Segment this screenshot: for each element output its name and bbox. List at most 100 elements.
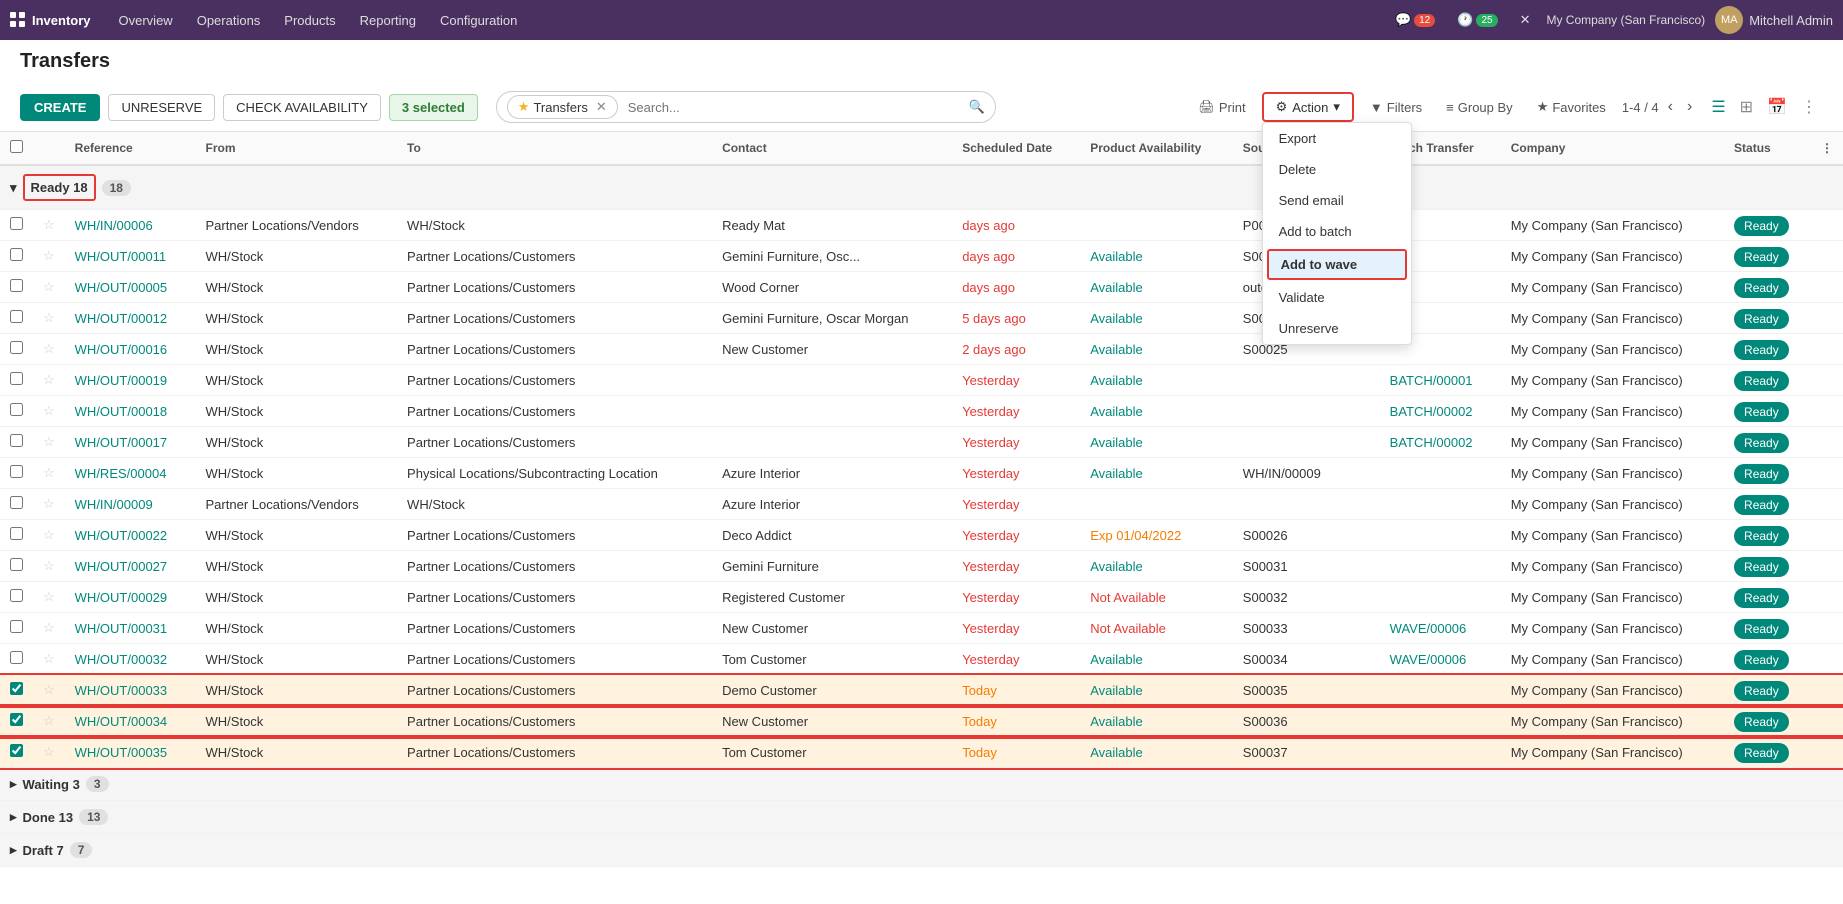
row-star-icon[interactable]: ☆ <box>43 310 55 325</box>
row-settings-cell[interactable] <box>1811 396 1843 427</box>
row-checkbox-cell[interactable] <box>0 241 33 272</box>
row-star-icon[interactable]: ☆ <box>43 682 55 697</box>
batch-link[interactable]: WAVE/00006 <box>1390 621 1467 636</box>
batch-link[interactable]: BATCH/00002 <box>1390 435 1473 450</box>
row-batch-cell[interactable] <box>1380 520 1501 551</box>
reference-link[interactable]: WH/OUT/00012 <box>75 311 167 326</box>
row-star-cell[interactable]: ☆ <box>33 489 65 520</box>
action-validate[interactable]: Validate <box>1263 282 1411 313</box>
group-row[interactable]: ▸ Draft 7 7 <box>0 834 1843 867</box>
reference-link[interactable]: WH/OUT/00011 <box>75 249 167 264</box>
row-batch-cell[interactable] <box>1380 551 1501 582</box>
row-star-cell[interactable]: ☆ <box>33 613 65 644</box>
row-settings-cell[interactable] <box>1811 334 1843 365</box>
row-reference-cell[interactable]: WH/RES/00004 <box>65 458 196 489</box>
select-all-checkbox[interactable] <box>10 140 23 153</box>
row-settings-cell[interactable] <box>1811 241 1843 272</box>
reference-link[interactable]: WH/OUT/00005 <box>75 280 167 295</box>
search-input[interactable] <box>624 96 963 119</box>
group-toggle[interactable]: ▾ Ready 18 18 <box>10 174 131 201</box>
row-star-cell[interactable]: ☆ <box>33 644 65 675</box>
row-reference-cell[interactable]: WH/IN/00006 <box>65 210 196 241</box>
reference-link[interactable]: WH/OUT/00032 <box>75 652 167 667</box>
table-row[interactable]: ☆ WH/OUT/00019 WH/Stock Partner Location… <box>0 365 1843 396</box>
row-settings-cell[interactable] <box>1811 210 1843 241</box>
row-reference-cell[interactable]: WH/OUT/00022 <box>65 520 196 551</box>
row-reference-cell[interactable]: WH/OUT/00032 <box>65 644 196 675</box>
reference-link[interactable]: WH/OUT/00018 <box>75 404 167 419</box>
row-batch-cell[interactable]: WAVE/00006 <box>1380 613 1501 644</box>
row-star-cell[interactable]: ☆ <box>33 303 65 334</box>
row-star-icon[interactable]: ☆ <box>43 713 55 728</box>
action-button[interactable]: ⚙ Action ▾ <box>1262 92 1354 122</box>
table-row[interactable]: ☆ WH/OUT/00017 WH/Stock Partner Location… <box>0 427 1843 458</box>
create-button[interactable]: CREATE <box>20 94 100 121</box>
table-row[interactable]: ☆ WH/OUT/00029 WH/Stock Partner Location… <box>0 582 1843 613</box>
table-row[interactable]: ☆ WH/OUT/00035 WH/Stock Partner Location… <box>0 737 1843 768</box>
action-export[interactable]: Export <box>1263 123 1411 154</box>
nav-products[interactable]: Products <box>272 0 347 40</box>
action-unreserve[interactable]: Unreserve <box>1263 313 1411 344</box>
nav-reporting[interactable]: Reporting <box>348 0 428 40</box>
group-row[interactable]: ▾ Ready 18 18 <box>0 165 1843 210</box>
row-star-icon[interactable]: ☆ <box>43 403 55 418</box>
row-batch-cell[interactable] <box>1380 458 1501 489</box>
row-star-cell[interactable]: ☆ <box>33 427 65 458</box>
row-star-cell[interactable]: ☆ <box>33 520 65 551</box>
row-settings-cell[interactable] <box>1811 582 1843 613</box>
row-batch-cell[interactable] <box>1380 675 1501 706</box>
reference-link[interactable]: WH/OUT/00031 <box>75 621 167 636</box>
row-checkbox-cell[interactable] <box>0 582 33 613</box>
row-checkbox[interactable] <box>10 217 23 230</box>
col-to-header[interactable]: To <box>397 132 712 165</box>
table-row[interactable]: ☆ WH/OUT/00022 WH/Stock Partner Location… <box>0 520 1843 551</box>
row-reference-cell[interactable]: WH/OUT/00017 <box>65 427 196 458</box>
row-star-icon[interactable]: ☆ <box>43 341 55 356</box>
row-checkbox-cell[interactable] <box>0 210 33 241</box>
row-star-cell[interactable]: ☆ <box>33 706 65 737</box>
row-star-cell[interactable]: ☆ <box>33 737 65 768</box>
row-checkbox-cell[interactable] <box>0 613 33 644</box>
row-star-icon[interactable]: ☆ <box>43 558 55 573</box>
row-settings-cell[interactable] <box>1811 520 1843 551</box>
col-company-header[interactable]: Company <box>1501 132 1724 165</box>
row-star-cell[interactable]: ☆ <box>33 458 65 489</box>
row-batch-cell[interactable]: WAVE/00006 <box>1380 644 1501 675</box>
row-checkbox[interactable] <box>10 465 23 478</box>
row-settings-cell[interactable] <box>1811 489 1843 520</box>
search-magnify-icon[interactable]: 🔍 <box>969 99 985 115</box>
row-star-cell[interactable]: ☆ <box>33 551 65 582</box>
row-star-cell[interactable]: ☆ <box>33 396 65 427</box>
table-row[interactable]: ☆ WH/OUT/00032 WH/Stock Partner Location… <box>0 644 1843 675</box>
row-checkbox[interactable] <box>10 310 23 323</box>
col-status-header[interactable]: Status <box>1724 132 1811 165</box>
row-checkbox[interactable] <box>10 372 23 385</box>
row-checkbox[interactable] <box>10 589 23 602</box>
row-checkbox[interactable] <box>10 248 23 261</box>
group-by-button[interactable]: ≡ Group By <box>1438 95 1521 120</box>
row-batch-cell[interactable]: BATCH/00002 <box>1380 396 1501 427</box>
row-checkbox-cell[interactable] <box>0 334 33 365</box>
group-header-cell[interactable]: ▸ Draft 7 7 <box>0 834 1843 867</box>
table-row[interactable]: ☆ WH/OUT/00034 WH/Stock Partner Location… <box>0 706 1843 737</box>
reference-link[interactable]: WH/OUT/00016 <box>75 342 167 357</box>
row-star-cell[interactable]: ☆ <box>33 241 65 272</box>
row-star-cell[interactable]: ☆ <box>33 272 65 303</box>
row-settings-cell[interactable] <box>1811 303 1843 334</box>
row-reference-cell[interactable]: WH/OUT/00012 <box>65 303 196 334</box>
row-star-cell[interactable]: ☆ <box>33 334 65 365</box>
row-reference-cell[interactable]: WH/OUT/00033 <box>65 675 196 706</box>
row-star-cell[interactable]: ☆ <box>33 582 65 613</box>
batch-link[interactable]: WAVE/00006 <box>1390 652 1467 667</box>
col-contact-header[interactable]: Contact <box>712 132 952 165</box>
row-star-icon[interactable]: ☆ <box>43 279 55 294</box>
col-availability-header[interactable]: Product Availability <box>1080 132 1233 165</box>
kanban-view-icon[interactable]: ⊞ <box>1734 93 1759 121</box>
row-star-icon[interactable]: ☆ <box>43 465 55 480</box>
row-batch-cell[interactable]: BATCH/00002 <box>1380 427 1501 458</box>
row-checkbox-cell[interactable] <box>0 520 33 551</box>
row-star-icon[interactable]: ☆ <box>43 217 55 232</box>
row-checkbox[interactable] <box>10 527 23 540</box>
row-settings-cell[interactable] <box>1811 613 1843 644</box>
row-checkbox[interactable] <box>10 744 23 757</box>
